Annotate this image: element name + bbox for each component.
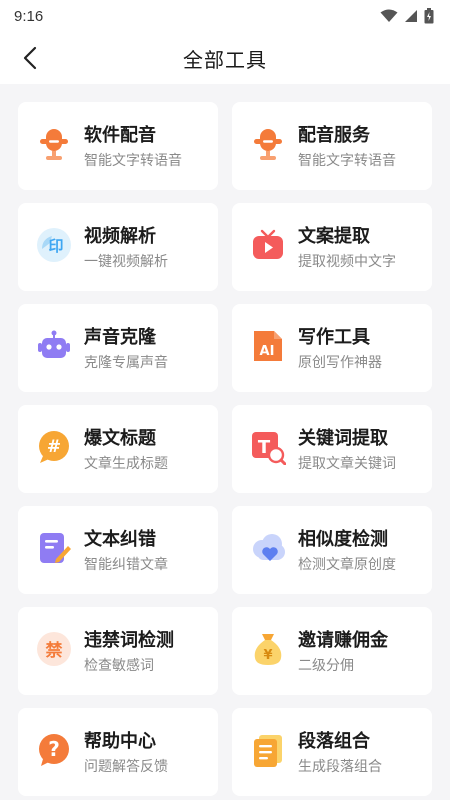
- status-bar: 9:16: [0, 0, 450, 32]
- tool-subtitle: 检查敏感词: [84, 656, 154, 673]
- tool-subtitle: 文章生成标题: [84, 454, 168, 471]
- hashtag-bubble-icon: #: [36, 429, 72, 465]
- signal-icon: [405, 10, 417, 22]
- tool-card-viral-title[interactable]: # 爆文标题 文章生成标题: [18, 405, 218, 493]
- tool-subtitle: 问题解答反馈: [84, 757, 168, 774]
- tool-title: 视频解析: [84, 225, 156, 246]
- tool-subtitle: 二级分佣: [298, 656, 354, 673]
- status-time: 9:16: [14, 7, 44, 25]
- svg-text:禁: 禁: [46, 640, 63, 661]
- tool-title: 文本纠错: [84, 528, 156, 549]
- tool-title: 相似度检测: [298, 528, 388, 549]
- heart-cloud-icon: [250, 530, 286, 566]
- help-question-icon: ?: [36, 732, 72, 768]
- money-bag-icon: ¥: [250, 631, 286, 667]
- svg-text:#: #: [47, 437, 61, 457]
- microphone-icon: [36, 126, 72, 162]
- tool-subtitle: 一键视频解析: [84, 252, 168, 269]
- tool-card-dubbing-service[interactable]: 配音服务 智能文字转语音: [232, 102, 432, 190]
- title-bar: 全部工具: [0, 32, 450, 84]
- tool-subtitle: 克隆专属声音: [84, 353, 168, 370]
- tool-title: 段落组合: [298, 730, 370, 751]
- tool-title: 软件配音: [84, 124, 156, 145]
- tool-title: 帮助中心: [84, 730, 156, 751]
- tool-subtitle: 智能文字转语音: [84, 151, 182, 168]
- tool-title: 邀请赚佣金: [298, 629, 388, 650]
- svg-text:AI: AI: [260, 344, 275, 359]
- tool-card-forbidden-word[interactable]: 禁 违禁词检测 检查敏感词: [18, 607, 218, 695]
- ai-document-icon: AI: [250, 328, 286, 364]
- status-icons: [380, 8, 434, 24]
- tools-grid: 软件配音 智能文字转语音 配音服务 智能文字转语音 印 视频解析 一键视频解析 …: [0, 84, 450, 796]
- svg-text:印: 印: [48, 237, 63, 255]
- wifi-icon: [380, 9, 398, 22]
- tool-subtitle: 生成段落组合: [298, 757, 382, 774]
- svg-text:?: ?: [48, 737, 60, 761]
- tool-card-invite-commission[interactable]: ¥ 邀请赚佣金 二级分佣: [232, 607, 432, 695]
- chevron-left-icon: [23, 46, 37, 70]
- robot-icon: [36, 328, 72, 364]
- tool-subtitle: 智能纠错文章: [84, 555, 168, 572]
- keyword-extract-icon: T: [250, 429, 286, 465]
- back-button[interactable]: [14, 42, 46, 74]
- battery-icon: [424, 8, 434, 24]
- page-title: 全部工具: [183, 49, 267, 72]
- tool-title: 声音克隆: [84, 326, 156, 347]
- tool-card-text-correction[interactable]: 文本纠错 智能纠错文章: [18, 506, 218, 594]
- tool-card-software-dubbing[interactable]: 软件配音 智能文字转语音: [18, 102, 218, 190]
- seal-icon: 印: [36, 227, 72, 263]
- paragraph-document-icon: [250, 732, 286, 768]
- tool-subtitle: 智能文字转语音: [298, 151, 396, 168]
- tool-card-writing-tool[interactable]: AI 写作工具 原创写作神器: [232, 304, 432, 392]
- tool-subtitle: 原创写作神器: [298, 353, 382, 370]
- tool-title: 配音服务: [298, 124, 370, 145]
- tool-card-voice-clone[interactable]: 声音克隆 克隆专属声音: [18, 304, 218, 392]
- tool-subtitle: 提取视频中文字: [298, 252, 396, 269]
- edit-document-icon: [36, 530, 72, 566]
- tool-title: 写作工具: [298, 326, 370, 347]
- tool-card-help-center[interactable]: ? 帮助中心 问题解答反馈: [18, 708, 218, 796]
- svg-text:¥: ¥: [263, 648, 272, 663]
- tv-play-icon: [250, 227, 286, 263]
- tool-card-video-parse[interactable]: 印 视频解析 一键视频解析: [18, 203, 218, 291]
- tool-title: 文案提取: [298, 225, 370, 246]
- tool-subtitle: 提取文章关键词: [298, 454, 396, 471]
- microphone-icon: [250, 126, 286, 162]
- forbidden-word-icon: 禁: [36, 631, 72, 667]
- tool-title: 违禁词检测: [84, 629, 174, 650]
- tool-card-similarity-check[interactable]: 相似度检测 检测文章原创度: [232, 506, 432, 594]
- tool-card-copy-extract[interactable]: 文案提取 提取视频中文字: [232, 203, 432, 291]
- tool-subtitle: 检测文章原创度: [298, 555, 396, 572]
- tool-card-paragraph-combine[interactable]: 段落组合 生成段落组合: [232, 708, 432, 796]
- tool-title: 爆文标题: [84, 427, 156, 448]
- tool-card-keyword-extract[interactable]: T 关键词提取 提取文章关键词: [232, 405, 432, 493]
- tool-title: 关键词提取: [298, 427, 388, 448]
